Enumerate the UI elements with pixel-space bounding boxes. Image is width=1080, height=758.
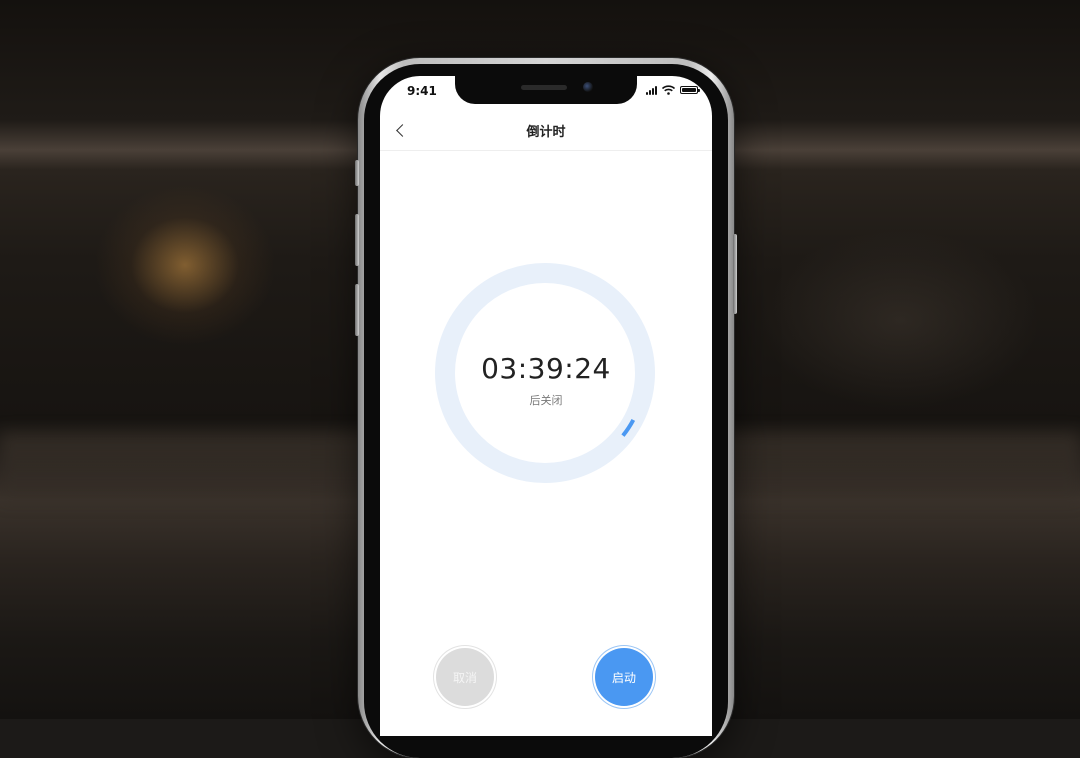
- battery-icon: [680, 86, 700, 94]
- countdown-time: 03:39:24: [481, 352, 611, 385]
- front-camera: [583, 82, 593, 92]
- background-glow: [760, 230, 1040, 410]
- phone-mute-switch: [355, 160, 359, 186]
- wifi-icon: [662, 85, 675, 95]
- phone-volume-down: [355, 284, 359, 336]
- countdown-caption: 后关闭: [529, 394, 563, 407]
- phone-screen: 9:41 倒计时 03:39:24 后关闭 取消 启动: [380, 76, 712, 736]
- start-button[interactable]: 启动: [595, 648, 653, 706]
- nav-bar: 倒计时: [380, 112, 712, 151]
- battery-level: [682, 88, 696, 92]
- notch: [455, 76, 637, 104]
- status-time: 9:41: [407, 84, 437, 98]
- signal-icon: [646, 85, 657, 95]
- phone-power-button: [733, 234, 737, 314]
- speaker-grille: [521, 85, 567, 90]
- cancel-button[interactable]: 取消: [436, 648, 494, 706]
- status-icons: [646, 85, 700, 95]
- phone-volume-up: [355, 214, 359, 266]
- page-title: 倒计时: [526, 125, 566, 140]
